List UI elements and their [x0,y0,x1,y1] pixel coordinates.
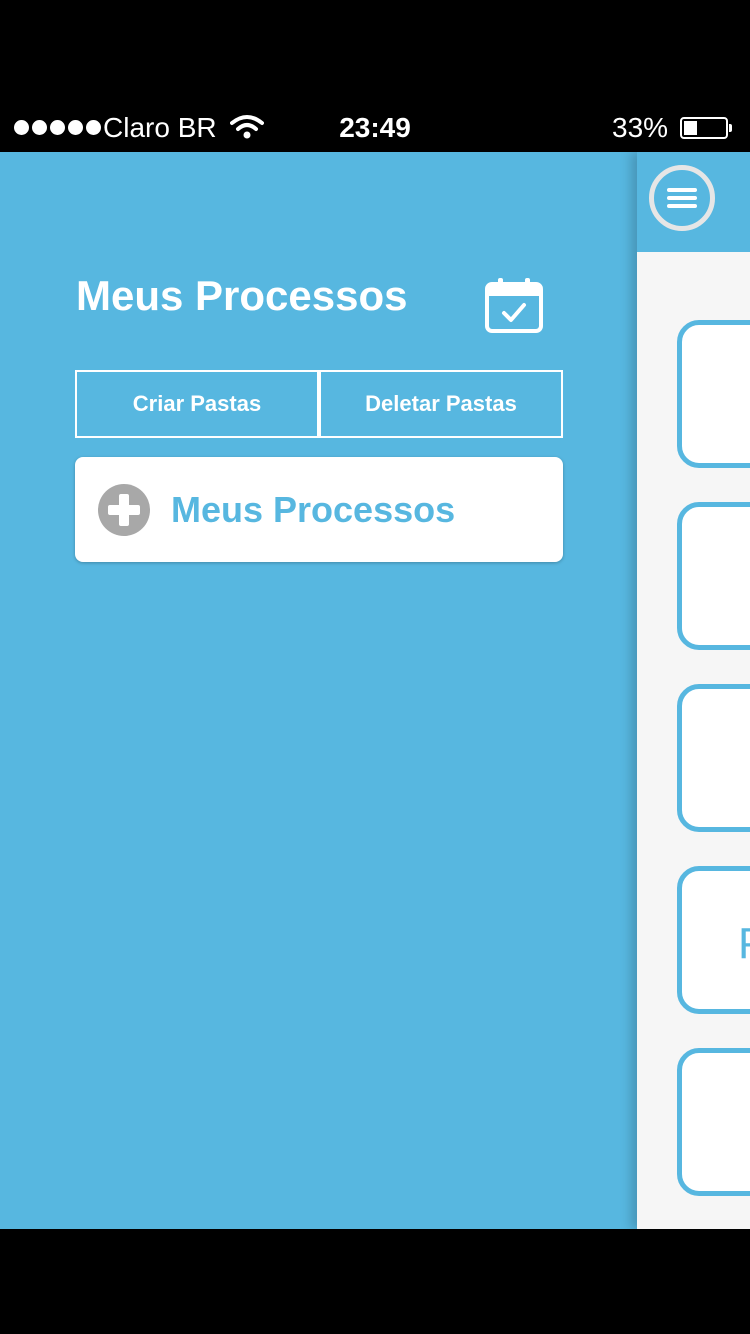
calendar-check-icon[interactable] [484,276,544,334]
menu-toggle-button[interactable] [649,165,715,231]
battery-fill [684,121,698,135]
folder-actions: Criar Pastas Deletar Pastas [75,370,563,438]
drawer-title: Meus Processos [76,272,408,319]
signal-strength-icon [14,120,101,135]
folder-item[interactable]: Meus Processos [75,457,563,562]
side-drawer: Meus Processos Criar Pastas Deletar Past… [0,152,637,1229]
clock-time: 23:49 [339,112,411,143]
process-card[interactable] [677,502,750,650]
delete-folders-button[interactable]: Deletar Pastas [319,370,563,438]
process-card[interactable] [677,320,750,468]
carrier-name: Claro BR [103,112,217,143]
folder-item-label: Meus Processos [171,488,456,530]
add-circle-icon[interactable] [97,483,151,537]
create-folders-button[interactable]: Criar Pastas [75,370,321,438]
status-bar: Claro BR 23:49 33% [0,100,750,156]
process-card[interactable]: P [677,866,750,1014]
process-card[interactable] [677,684,750,832]
process-card-text: P [738,919,750,969]
battery-icon [680,117,732,139]
hamburger-menu-icon [667,188,697,208]
wifi-icon [230,115,264,139]
process-card[interactable] [677,1048,750,1196]
main-panel: P [637,152,750,1229]
battery-percent: 33% [612,112,669,143]
main-header [637,152,750,252]
app-screen: Claro BR 23:49 33% Meus Processos Criar … [0,0,750,1334]
